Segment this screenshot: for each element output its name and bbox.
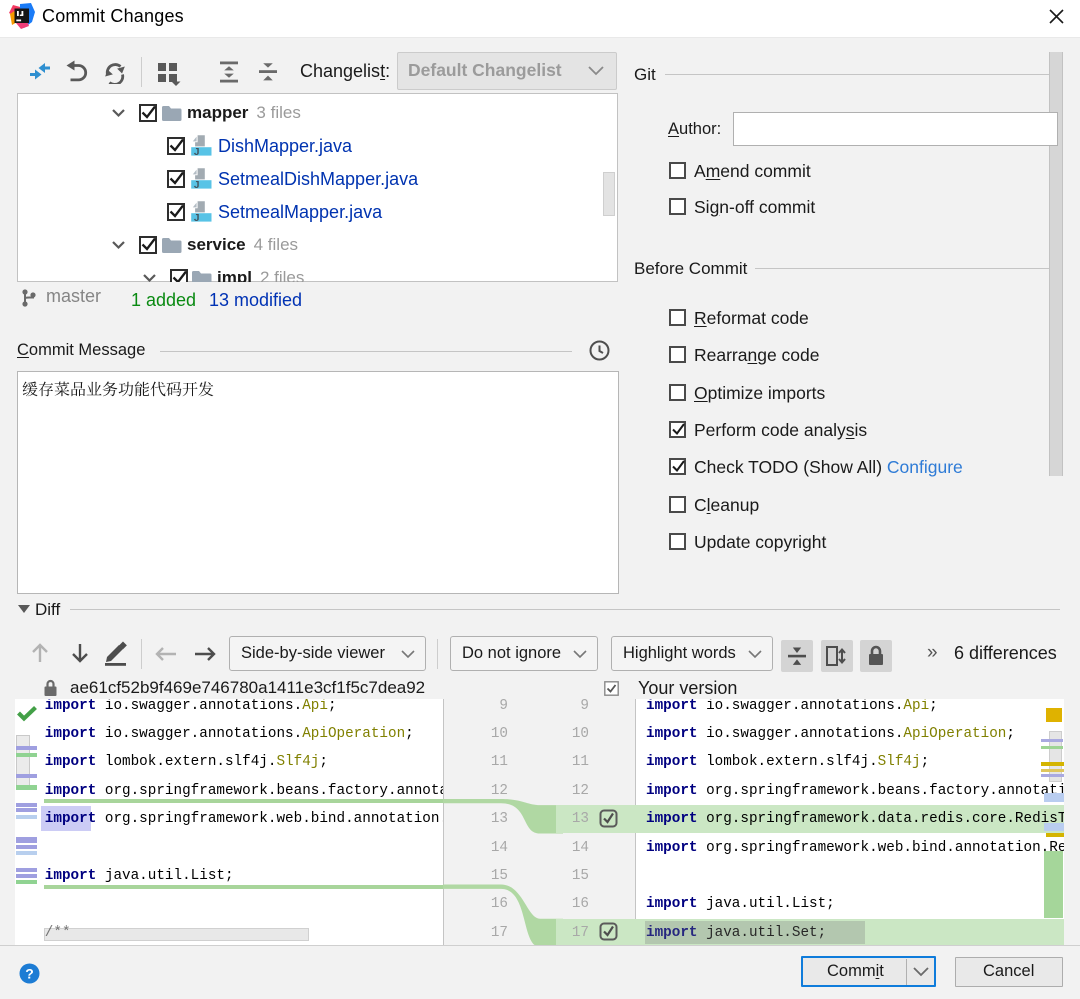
svg-text:J: J [194, 147, 200, 158]
svg-text:J: J [194, 180, 200, 191]
svg-text:?: ? [25, 966, 34, 982]
svg-text:J: J [194, 213, 200, 224]
